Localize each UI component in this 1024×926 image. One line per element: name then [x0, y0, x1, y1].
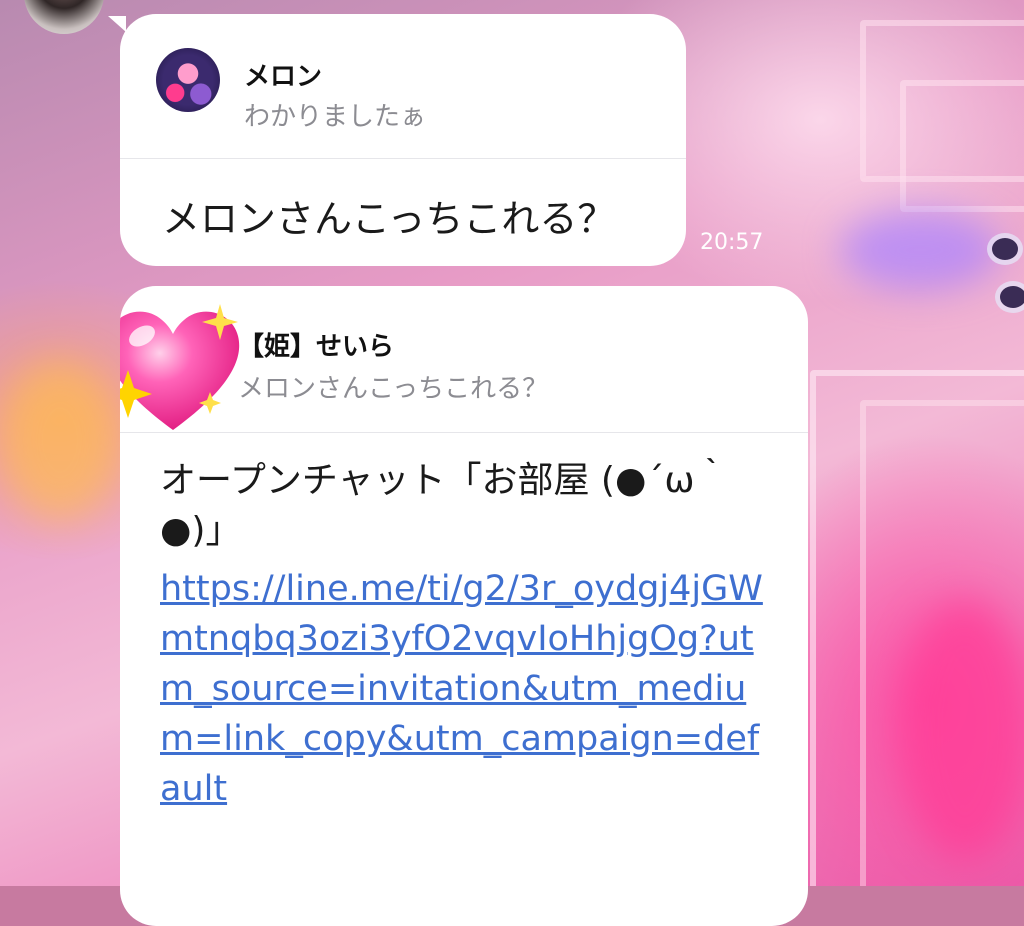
- message-timestamp: 20:57: [700, 230, 764, 255]
- quoted-sender-name: 【姫】せいら: [238, 332, 395, 362]
- reply-quote[interactable]: 【姫】せいら メロンさんこっちこれる？: [120, 286, 808, 433]
- message-text: オープンチャット「お部屋 (●´ω｀●)」: [160, 460, 731, 551]
- quoted-user-avatar: [156, 48, 220, 112]
- message-text: メロンさんこっちこれる？: [162, 197, 616, 241]
- message-bubble[interactable]: メロン わかりましたぁ メロンさんこっちこれる？: [108, 14, 686, 266]
- quoted-message-text: わかりましたぁ: [244, 102, 427, 132]
- reply-quote[interactable]: メロン わかりましたぁ: [120, 14, 686, 159]
- message-bubble[interactable]: 【姫】せいら メロンさんこっちこれる？ オープンチャット「お部屋 (●´ω｀●)…: [120, 286, 808, 926]
- quoted-message-text: メロンさんこっちこれる？: [238, 374, 549, 404]
- quoted-sender-name: メロン: [244, 62, 323, 92]
- sparkling-heart-icon: [120, 304, 240, 430]
- open-chat-invite-link[interactable]: https://line.me/ti/g2/3r_oydgj4jGWmtnqbq…: [160, 564, 772, 814]
